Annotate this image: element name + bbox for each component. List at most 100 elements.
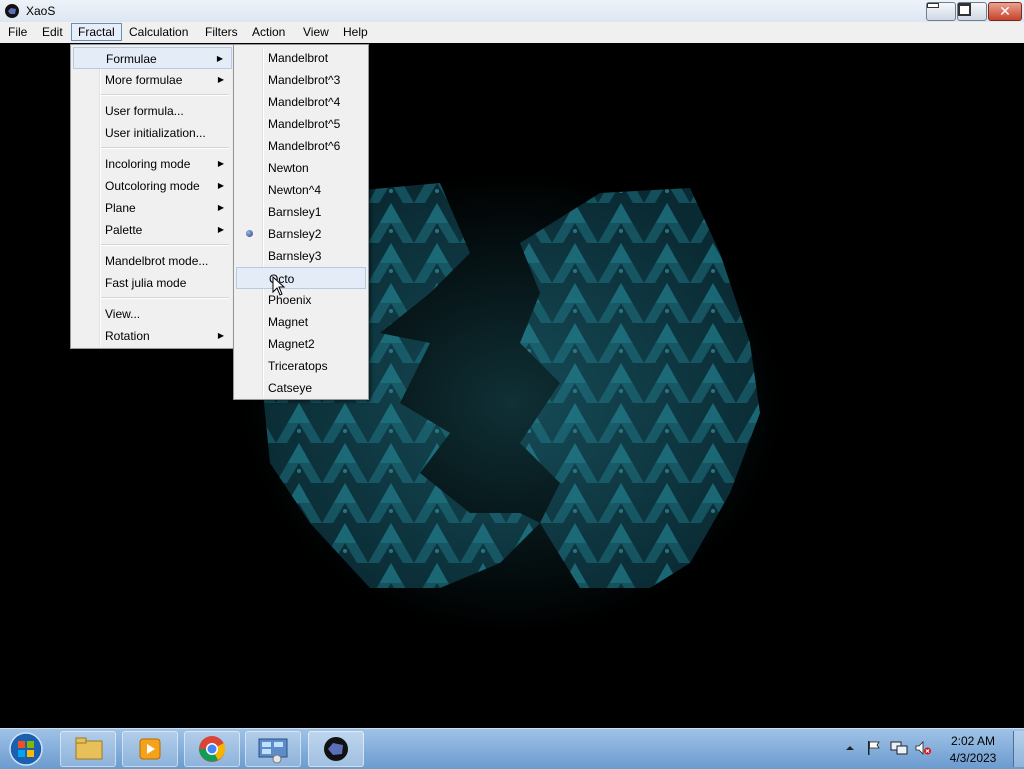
menu-separator [101,147,229,149]
window-title: XaoS [26,4,56,18]
taskbar-chrome[interactable] [184,731,240,767]
folder-icon [75,737,103,760]
menu-item-label: Catseye [268,381,313,395]
mouse-cursor-icon [272,276,286,296]
fractal-menu-incoloring-mode[interactable]: Incoloring mode ▶ [73,153,232,175]
menu-item-label: Mandelbrot^4 [268,95,341,109]
fractal-menu-outcoloring-mode[interactable]: Outcoloring mode ▶ [73,175,232,197]
formulae-submenu: Mandelbrot Mandelbrot^3 Mandelbrot^4 Man… [233,44,369,400]
xaos-app-icon[interactable] [4,3,20,19]
menu-item-label: Rotation [105,329,150,343]
formula-phoenix[interactable]: Phoenix [236,289,366,311]
fractal-menu-more-formulae[interactable]: More formulae ▶ [73,69,232,91]
menu-item-label: Mandelbrot mode... [105,254,209,268]
menu-filters[interactable]: Filters [199,24,244,40]
menu-separator [101,297,229,299]
restore-button[interactable] [957,2,987,21]
menu-item-label: Palette [105,223,143,237]
selected-radio-icon [246,230,253,237]
menu-file[interactable]: File [2,24,33,40]
menu-action[interactable]: Action [246,24,291,40]
formula-barnsley2[interactable]: Barnsley2 [236,223,366,245]
menu-item-label: Fast julia mode [105,276,187,290]
menu-item-label: Triceratops [268,359,328,373]
formula-mandelbrot4[interactable]: Mandelbrot^4 [236,91,366,113]
fractal-menu-palette[interactable]: Palette ▶ [73,219,232,241]
control-panel-icon [258,738,288,764]
formula-barnsley1[interactable]: Barnsley1 [236,201,366,223]
fractal-menu: Formulae ▶ More formulae ▶ User formula.… [70,44,235,349]
fractal-menu-user-initialization[interactable]: User initialization... [73,122,232,144]
title-bar: XaoS ✕ [0,0,1024,23]
submenu-arrow-icon: ▶ [216,54,223,63]
menu-item-label: Incoloring mode [105,157,191,171]
menu-item-label: Formulae [106,52,157,66]
fractal-menu-rotation[interactable]: Rotation ▶ [73,325,232,347]
formula-newton[interactable]: Newton [236,157,366,179]
menu-item-label: More formulae [105,73,183,87]
formula-magnet[interactable]: Magnet [236,311,366,333]
submenu-arrow-icon: ▶ [217,75,224,84]
close-button[interactable]: ✕ [988,2,1022,21]
start-button[interactable] [6,730,46,768]
menu-item-label: Mandelbrot [268,51,329,65]
minimize-icon [927,3,939,8]
formula-octo[interactable]: Octo [236,267,366,289]
menu-item-label: User formula... [105,104,184,118]
formula-mandelbrot6[interactable]: Mandelbrot^6 [236,135,366,157]
fractal-menu-formulae[interactable]: Formulae ▶ [73,47,232,69]
formula-barnsley3[interactable]: Barnsley3 [236,245,366,267]
formula-mandelbrot[interactable]: Mandelbrot [236,47,366,69]
submenu-arrow-icon: ▶ [217,159,224,168]
show-hidden-icons-icon[interactable] [845,743,855,753]
menu-item-label: Newton [268,161,309,175]
menu-item-label: Outcoloring mode [105,179,200,193]
close-icon: ✕ [999,3,1011,19]
menu-calculation[interactable]: Calculation [123,24,194,40]
fractal-menu-mandelbrot-mode[interactable]: Mandelbrot mode... [73,250,232,272]
submenu-arrow-icon: ▶ [217,203,224,212]
menu-item-label: Mandelbrot^5 [268,117,341,131]
menu-item-label: Mandelbrot^6 [268,139,341,153]
network-icon[interactable] [890,740,908,756]
volume-muted-icon[interactable] [914,740,932,756]
formula-magnet2[interactable]: Magnet2 [236,333,366,355]
menu-fractal[interactable]: Fractal [71,23,122,41]
fractal-menu-plane[interactable]: Plane ▶ [73,197,232,219]
formula-newton4[interactable]: Newton^4 [236,179,366,201]
minimize-button[interactable] [926,2,956,21]
menu-item-label: Magnet [268,315,309,329]
taskbar-media-player[interactable] [122,731,178,767]
menu-item-label: Mandelbrot^3 [268,73,341,87]
xaos-icon [324,737,348,761]
fractal-menu-user-formula[interactable]: User formula... [73,100,232,122]
fractal-menu-fast-julia-mode[interactable]: Fast julia mode [73,272,232,294]
media-player-icon [139,738,161,760]
menu-item-label: Barnsley2 [268,227,322,241]
formula-triceratops[interactable]: Triceratops [236,355,366,377]
fractal-menu-view[interactable]: View... [73,303,232,325]
menu-view[interactable]: View [297,24,335,40]
taskbar-file-explorer[interactable] [60,731,116,767]
menu-help[interactable]: Help [337,24,374,40]
menu-item-label: User initialization... [105,126,206,140]
submenu-arrow-icon: ▶ [217,181,224,190]
action-center-flag-icon[interactable] [866,740,882,756]
restore-icon [958,3,971,16]
menu-bar: File Edit Fractal Calculation Filters Ac… [0,22,1024,44]
chrome-icon [199,736,226,762]
formula-mandelbrot3[interactable]: Mandelbrot^3 [236,69,366,91]
formula-catseye[interactable]: Catseye [236,377,366,399]
taskbar-clock-time[interactable]: 2:02 AM [942,734,1004,748]
taskbar-xaos[interactable] [308,731,364,767]
taskbar: 2:02 AM 4/3/2023 [0,728,1024,769]
show-desktop-button[interactable] [1013,731,1024,767]
menu-item-label: Barnsley3 [268,249,322,263]
taskbar-control-panel[interactable] [245,731,301,767]
submenu-arrow-icon: ▶ [217,225,224,234]
menu-item-label: Magnet2 [268,337,315,351]
taskbar-clock-date[interactable]: 4/3/2023 [942,751,1004,765]
menu-edit[interactable]: Edit [36,24,69,40]
menu-separator [101,244,229,246]
formula-mandelbrot5[interactable]: Mandelbrot^5 [236,113,366,135]
